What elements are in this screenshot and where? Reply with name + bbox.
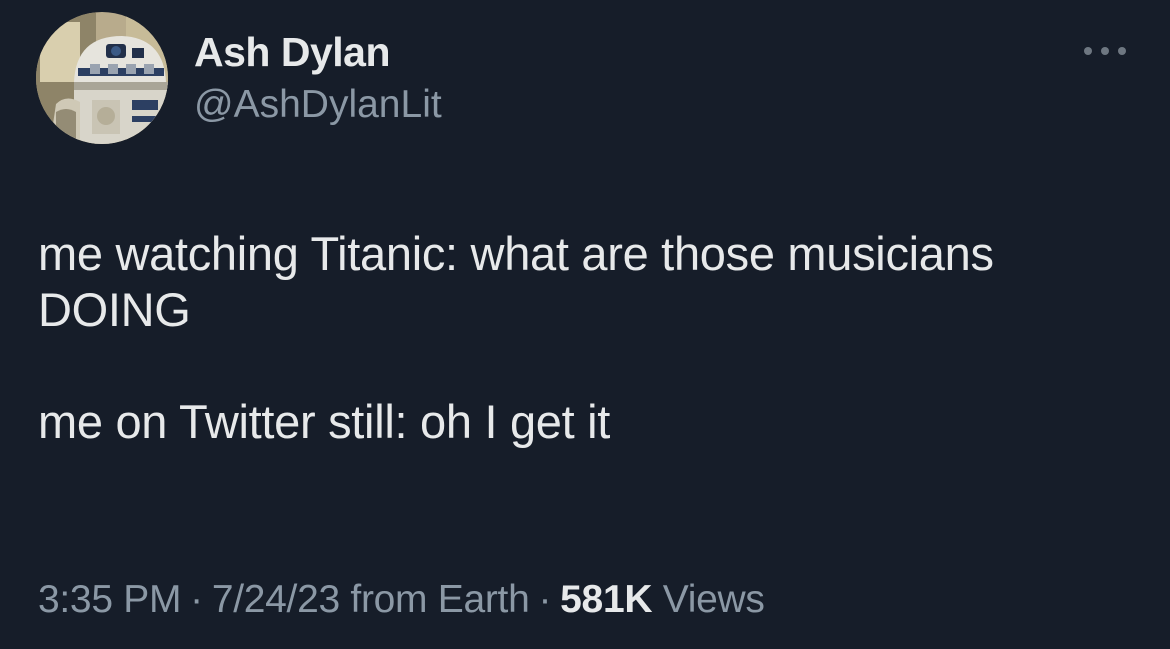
username-handle[interactable]: @AshDylanLit [194,82,442,128]
more-horizontal-icon [1084,47,1126,55]
tweet: Ash Dylan @AshDylanLit me watching Titan… [0,0,1170,649]
more-options-button[interactable] [1080,34,1130,68]
tweet-paragraph: me watching Titanic: what are those musi… [38,227,994,336]
author-block: Ash Dylan @AshDylanLit [194,28,442,128]
tweet-source: from Earth [350,578,530,621]
tweet-time[interactable]: 3:35 PM [38,578,181,621]
r2-d2-avatar-image [36,12,168,144]
tweet-text: me watching Titanic: what are those musi… [38,226,1138,450]
tweet-date[interactable]: 7/24/23 [212,578,340,621]
views-label: Views [662,578,765,621]
meta-separator: · [190,578,203,621]
meta-separator: · [538,578,552,621]
tweet-meta: 3:35 PM · 7/24/23 from Earth · 581K Views [38,576,765,624]
avatar[interactable] [36,12,168,144]
display-name[interactable]: Ash Dylan [194,28,442,76]
views-count[interactable]: 581K [560,578,652,621]
tweet-paragraph: me on Twitter still: oh I get it [38,395,611,448]
